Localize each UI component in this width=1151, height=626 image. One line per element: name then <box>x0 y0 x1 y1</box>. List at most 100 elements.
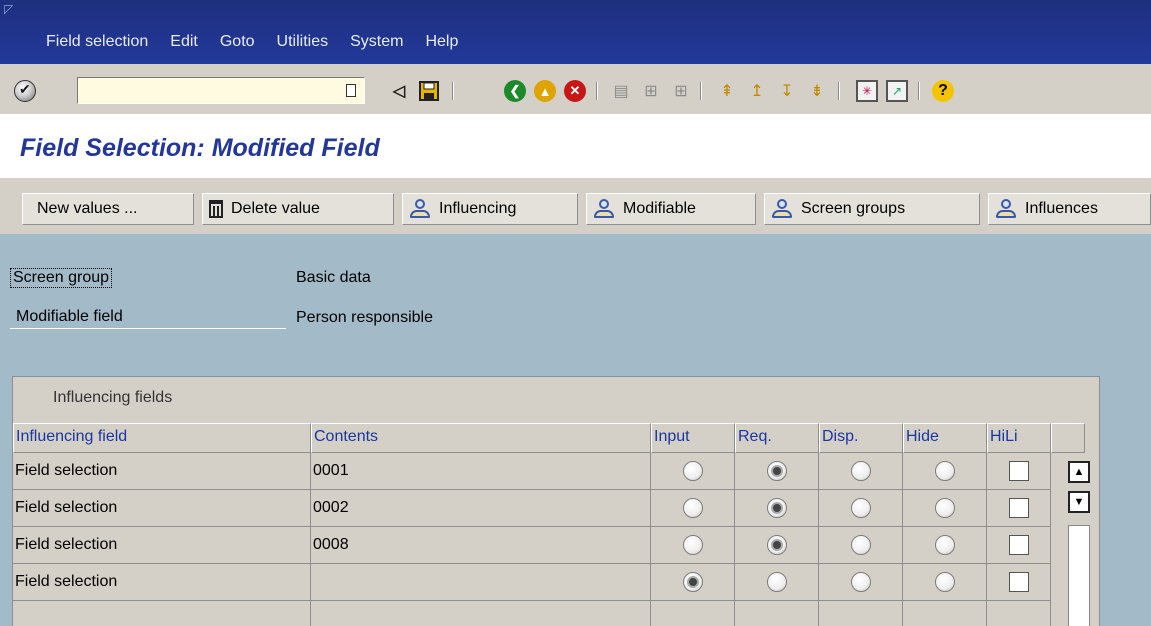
new-values-button[interactable]: New values ... <box>22 193 194 225</box>
cell-req <box>735 564 819 601</box>
cell-contents[interactable]: 0002 <box>311 490 651 527</box>
cell-influencing-field: Field selection <box>13 527 311 564</box>
exit-icon[interactable]: ▲ <box>534 80 556 102</box>
table-row[interactable]: Field selection 0001 <box>13 453 1051 490</box>
last-page-icon[interactable]: ⇟ <box>806 80 828 102</box>
check-icon[interactable] <box>14 80 36 102</box>
toolbar-separator <box>452 82 454 100</box>
create-session-icon[interactable]: ✳ <box>856 80 878 102</box>
person-icon <box>593 199 615 219</box>
hili-checkbox[interactable] <box>1008 572 1029 592</box>
menu-edit[interactable]: Edit <box>170 33 198 51</box>
command-doc-icon[interactable] <box>346 84 356 97</box>
scroll-up-icon[interactable]: ▲ <box>1068 461 1090 483</box>
cell-influencing-field: Field selection <box>13 564 311 601</box>
input-radio[interactable] <box>682 461 703 481</box>
hili-checkbox[interactable] <box>1008 498 1029 518</box>
cell-influencing-field: Field selection <box>13 453 311 490</box>
cell-influencing-field: Field selection <box>13 490 311 527</box>
hide-radio[interactable] <box>934 498 955 518</box>
req-radio[interactable] <box>766 535 787 555</box>
disp-radio[interactable] <box>850 535 871 555</box>
delete-value-button[interactable]: Delete value <box>202 193 394 225</box>
hide-radio[interactable] <box>934 535 955 555</box>
column-header-hili[interactable]: HiLi <box>987 423 1051 453</box>
content-area: Screen group Basic data Modifiable field… <box>0 234 1151 626</box>
input-radio[interactable] <box>682 572 703 592</box>
req-radio[interactable] <box>766 572 787 592</box>
column-header-contents[interactable]: Contents <box>311 423 651 453</box>
table-row[interactable]: Field selection 0008 <box>13 527 1051 564</box>
input-radio[interactable] <box>682 498 703 518</box>
hili-checkbox[interactable] <box>1008 535 1029 555</box>
cell-req <box>735 453 819 490</box>
next-page-icon[interactable]: ↧ <box>776 80 798 102</box>
command-field[interactable] <box>77 77 365 104</box>
column-header-disp[interactable]: Disp. <box>819 423 903 453</box>
column-header-input[interactable]: Input <box>651 423 735 453</box>
command-input[interactable] <box>78 78 338 102</box>
modifiable-label: Modifiable <box>623 200 696 217</box>
help-icon[interactable]: ? <box>932 80 954 102</box>
system-menu-icon[interactable]: ◸ <box>4 2 18 16</box>
print-icon[interactable]: ▤ <box>610 80 632 102</box>
influences-label: Influences <box>1025 200 1098 217</box>
menu-help[interactable]: Help <box>425 33 458 51</box>
cell-empty <box>735 601 819 626</box>
back-nav-icon[interactable]: ◁ <box>388 80 410 102</box>
scroll-track[interactable] <box>1068 525 1090 626</box>
cell-contents[interactable]: 0008 <box>311 527 651 564</box>
cell-disp <box>819 527 903 564</box>
shortcut-icon[interactable]: ↗ <box>886 80 908 102</box>
menu-system[interactable]: System <box>350 33 403 51</box>
menu-field-selection[interactable]: Field selection <box>46 33 148 51</box>
influencing-button[interactable]: Influencing <box>402 193 578 225</box>
column-settings-icon[interactable] <box>1051 423 1085 453</box>
cell-hide <box>903 527 987 564</box>
cancel-icon[interactable]: ✕ <box>564 80 586 102</box>
disp-radio[interactable] <box>850 572 871 592</box>
menu-goto[interactable]: Goto <box>220 33 255 51</box>
table-title: Influencing fields <box>53 389 173 406</box>
column-header-influencing-field[interactable]: Influencing field <box>13 423 311 453</box>
screen-groups-button[interactable]: Screen groups <box>764 193 980 225</box>
standard-toolbar: ◁ ❮ ▲ ✕ ▤ ⊞ ⊞ ⇞ ↥ ↧ ⇟ ✳ ↗ ? <box>0 64 1151 116</box>
disp-radio[interactable] <box>850 498 871 518</box>
cell-empty <box>903 601 987 626</box>
table-row[interactable] <box>13 601 1051 626</box>
column-header-hide[interactable]: Hide <box>903 423 987 453</box>
cell-hide <box>903 453 987 490</box>
cell-contents[interactable] <box>311 564 651 601</box>
influences-button[interactable]: Influences <box>988 193 1151 225</box>
cell-hili <box>987 564 1051 601</box>
person-icon <box>409 199 431 219</box>
table-row[interactable]: Field selection <box>13 564 1051 601</box>
screen-group-label[interactable]: Screen group <box>10 268 113 288</box>
disp-radio[interactable] <box>850 461 871 481</box>
trash-icon <box>209 200 223 218</box>
cell-empty <box>819 601 903 626</box>
previous-page-icon[interactable]: ↥ <box>746 80 768 102</box>
table-row[interactable]: Field selection 0002 <box>13 490 1051 527</box>
req-radio[interactable] <box>766 498 787 518</box>
req-radio[interactable] <box>766 461 787 481</box>
hide-radio[interactable] <box>934 572 955 592</box>
hili-checkbox[interactable] <box>1008 461 1029 481</box>
toolbar-separator <box>596 82 598 100</box>
cell-disp <box>819 453 903 490</box>
hide-radio[interactable] <box>934 461 955 481</box>
page-title: Field Selection: Modified Field <box>20 134 380 162</box>
menu-utilities[interactable]: Utilities <box>277 33 329 51</box>
scroll-down-icon[interactable]: ▼ <box>1068 491 1090 513</box>
vertical-scrollbar[interactable]: ▲ ▼ <box>1061 455 1097 626</box>
back-icon[interactable]: ❮ <box>504 80 526 102</box>
column-header-req[interactable]: Req. <box>735 423 819 453</box>
input-radio[interactable] <box>682 535 703 555</box>
first-page-icon[interactable]: ⇞ <box>716 80 738 102</box>
modifiable-field-value: Person responsible <box>296 309 433 326</box>
find-next-icon[interactable]: ⊞ <box>670 80 692 102</box>
save-icon[interactable] <box>418 80 440 102</box>
find-icon[interactable]: ⊞ <box>640 80 662 102</box>
modifiable-button[interactable]: Modifiable <box>586 193 756 225</box>
cell-contents[interactable]: 0001 <box>311 453 651 490</box>
